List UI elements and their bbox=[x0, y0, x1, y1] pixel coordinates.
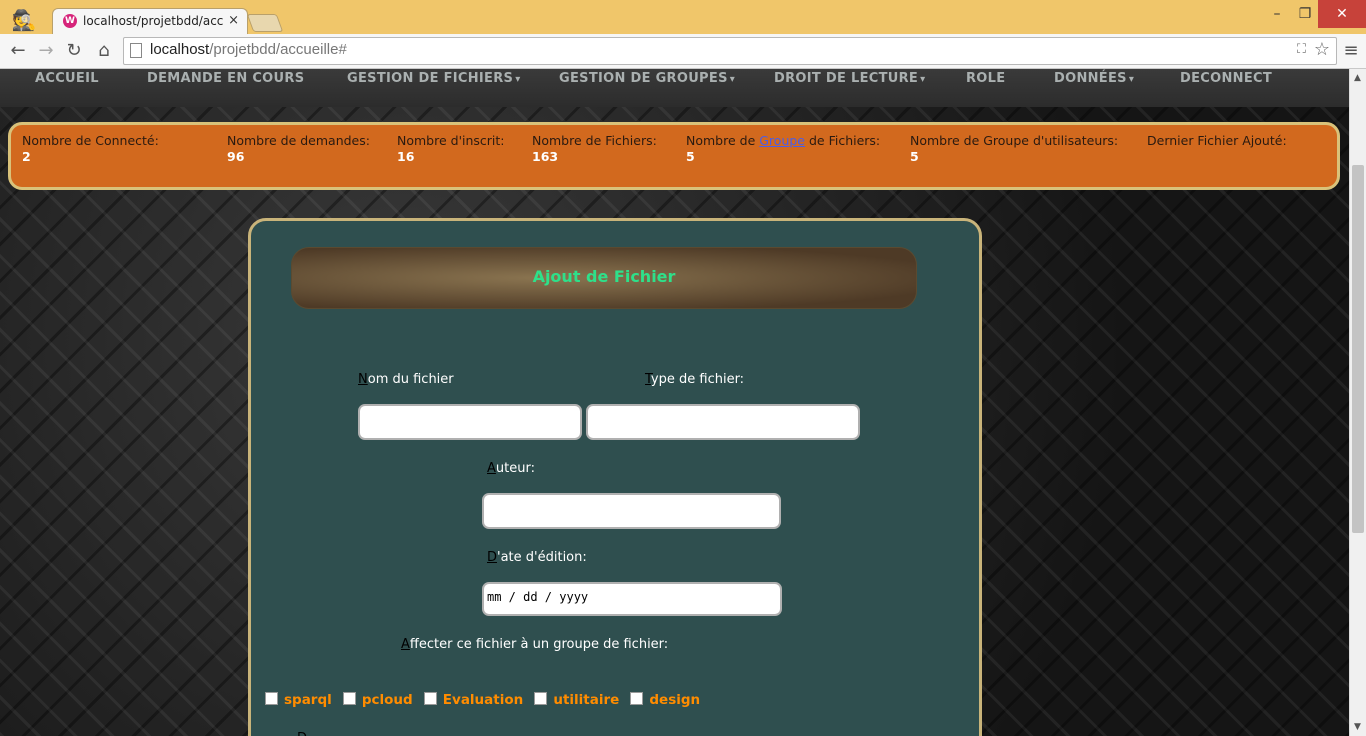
translate-icon[interactable]: ⛶ bbox=[1297, 42, 1306, 57]
form-header: Ajout de Fichier bbox=[291, 247, 917, 309]
scroll-down-icon[interactable]: ▼ bbox=[1354, 722, 1361, 732]
groupe-link[interactable]: Groupe bbox=[759, 133, 805, 148]
type-label: Type de fichier: bbox=[645, 372, 745, 387]
url-text: localhost/projetbdd/accueille# bbox=[150, 41, 347, 58]
stat-fichiers: Nombre de Fichiers: 163 bbox=[532, 133, 657, 164]
menu-icon[interactable]: ≡ bbox=[1340, 39, 1362, 63]
group-checkboxes: sparql pcloud Evaluation utilitaire desi… bbox=[265, 689, 706, 708]
nav-item-deconnect[interactable]: DECONNECT bbox=[1180, 71, 1272, 86]
tab-close-icon[interactable]: × bbox=[228, 13, 239, 28]
nav-item-donnees[interactable]: DONNÉES ▾ bbox=[1054, 71, 1134, 86]
nav-item-droit-de-lecture[interactable]: DROIT DE LECTURE ▾ bbox=[774, 71, 925, 86]
wamp-favicon-icon: W bbox=[63, 14, 77, 28]
page-icon bbox=[130, 43, 142, 58]
nav-item-gestion-de-fichiers[interactable]: GESTION DE FICHIERS ▾ bbox=[347, 71, 521, 86]
stat-groupes-fichiers: Nombre de Groupe de Fichiers: 5 bbox=[686, 133, 881, 164]
type-input[interactable] bbox=[586, 404, 860, 440]
browser-titlebar: 🕵 W localhost/projetbdd/accu × – ❐ ✕ bbox=[0, 0, 1366, 35]
back-arrow-icon[interactable]: ← bbox=[6, 39, 30, 63]
auteur-label: Auteur: bbox=[487, 461, 535, 476]
date-input[interactable]: mm / dd / yyyy bbox=[482, 582, 782, 616]
group-checkbox[interactable] bbox=[534, 692, 548, 705]
home-icon[interactable]: ⌂ bbox=[92, 39, 116, 63]
page-viewport: ACCUEIL DEMANDE EN COURS GESTION DE FICH… bbox=[0, 69, 1349, 736]
group-checkbox[interactable] bbox=[265, 692, 278, 705]
stat-dernier-fichier: Dernier Fichier Ajouté: bbox=[1147, 133, 1287, 148]
group-label: utilitaire bbox=[553, 692, 620, 708]
group-label: design bbox=[649, 692, 701, 708]
dropdown-caret-icon: ▾ bbox=[1128, 74, 1135, 85]
stat-groupes-utilisateurs: Nombre de Groupe d'utilisateurs: 5 bbox=[910, 133, 1119, 164]
groupe-label: Affecter ce fichier à un groupe de fichi… bbox=[401, 637, 669, 652]
stat-connectes: Nombre de Connecté: 2 bbox=[22, 133, 159, 164]
scrollbar-thumb[interactable] bbox=[1352, 165, 1364, 533]
dropdown-caret-icon: ▾ bbox=[729, 74, 736, 85]
form-title: Ajout de Fichier bbox=[532, 267, 676, 286]
browser-tab[interactable]: W localhost/projetbdd/accu × bbox=[52, 8, 248, 35]
new-tab-button[interactable] bbox=[246, 14, 284, 32]
group-label: Evaluation bbox=[442, 692, 524, 708]
nav-item-role[interactable]: ROLE bbox=[966, 71, 1005, 86]
reload-icon[interactable]: ↻ bbox=[62, 39, 86, 63]
page-scrollbar[interactable]: ▲ ▼ bbox=[1349, 69, 1366, 736]
next-label-cutoff: D bbox=[297, 731, 307, 736]
scroll-up-icon[interactable]: ▲ bbox=[1354, 73, 1361, 83]
dropdown-caret-icon: ▾ bbox=[515, 74, 521, 85]
browser-toolbar: ← → ↻ ⌂ localhost/projetbdd/accueille# ⛶… bbox=[0, 34, 1366, 69]
stat-inscrits: Nombre d'inscrit: 16 bbox=[397, 133, 505, 164]
nav-item-gestion-de-groupes[interactable]: GESTION DE GROUPES ▾ bbox=[559, 71, 735, 86]
group-checkbox[interactable] bbox=[630, 692, 644, 705]
incognito-icon: 🕵 bbox=[11, 8, 37, 32]
nav-item-demande-en-cours[interactable]: DEMANDE EN COURS bbox=[147, 71, 304, 86]
group-label: sparql bbox=[284, 692, 332, 708]
group-checkbox[interactable] bbox=[423, 692, 437, 705]
nom-label: Nom du fichier bbox=[358, 372, 454, 387]
forward-arrow-icon[interactable]: → bbox=[34, 39, 58, 63]
dropdown-caret-icon: ▾ bbox=[920, 74, 926, 85]
tab-title: localhost/projetbdd/accu bbox=[83, 14, 223, 28]
nom-input[interactable] bbox=[358, 404, 582, 440]
address-bar[interactable]: localhost/projetbdd/accueille# ⛶ ☆ bbox=[123, 37, 1337, 65]
auteur-input[interactable] bbox=[482, 493, 781, 529]
group-label: pcloud bbox=[361, 692, 413, 708]
stat-demandes: Nombre de demandes: 96 bbox=[227, 133, 370, 164]
stats-bar: Nombre de Connecté: 2 Nombre de demandes… bbox=[8, 122, 1340, 190]
date-label: D'ate d'édition: bbox=[487, 550, 587, 565]
nav-item-accueil[interactable]: ACCUEIL bbox=[35, 71, 99, 86]
bookmark-star-icon[interactable]: ☆ bbox=[1314, 39, 1330, 60]
site-nav: ACCUEIL DEMANDE EN COURS GESTION DE FICH… bbox=[0, 69, 1349, 107]
window-close-button[interactable]: ✕ bbox=[1318, 0, 1366, 28]
group-checkbox[interactable] bbox=[342, 692, 356, 705]
add-file-form: Ajout de Fichier Nom du fichier Type de … bbox=[248, 218, 982, 736]
